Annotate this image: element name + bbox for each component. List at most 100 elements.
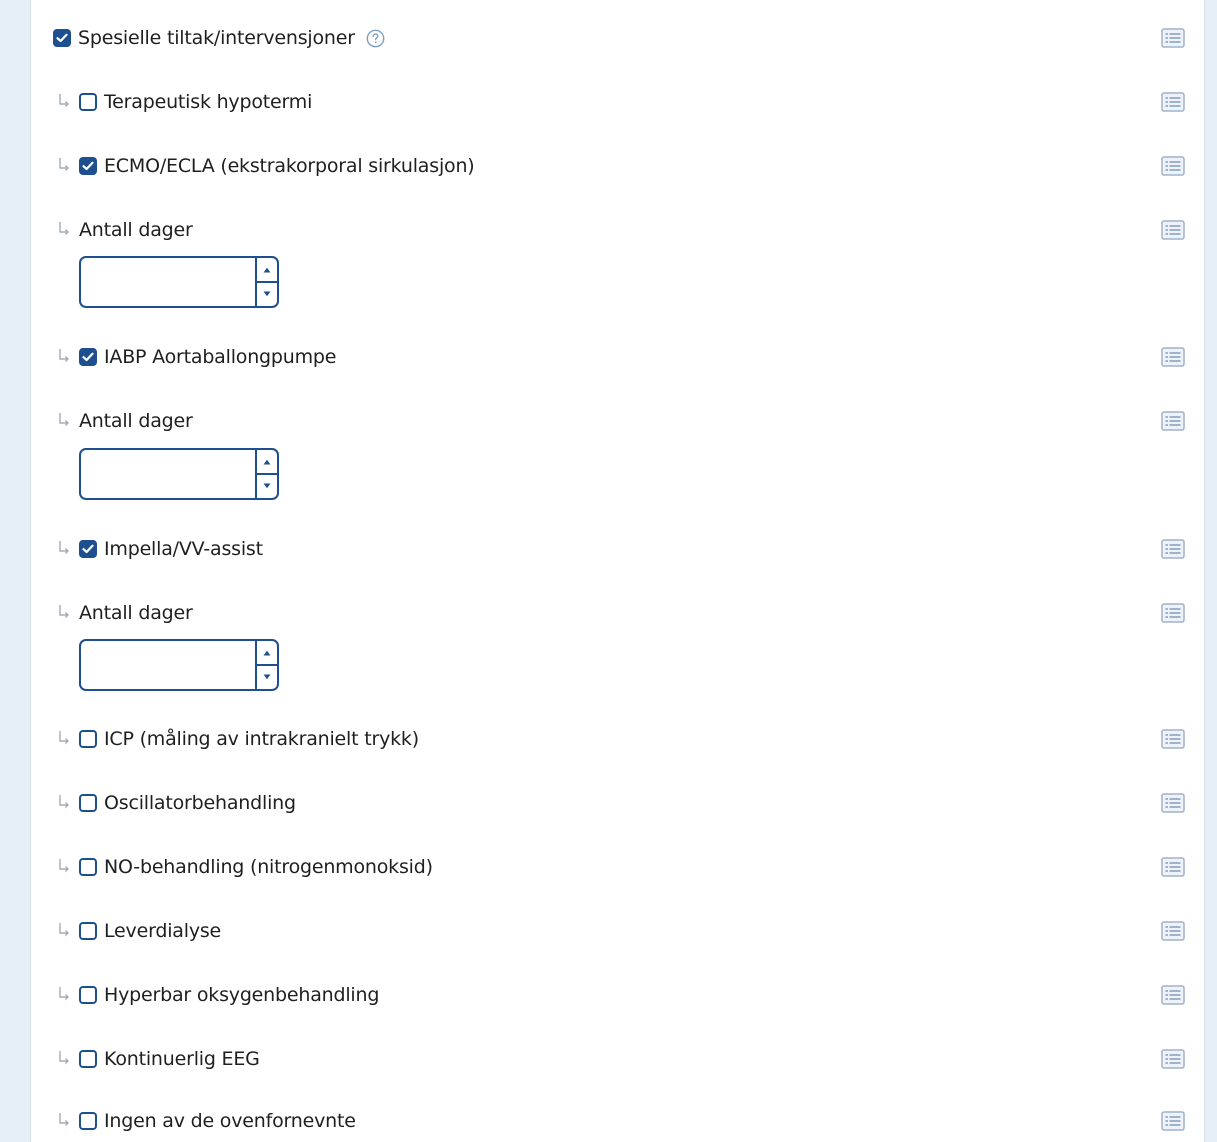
list-item: Impella/VV-assist [31, 529, 1204, 569]
list-item: Ingen av de ovenfornevnte [31, 1101, 1204, 1141]
list-details-icon[interactable] [1161, 603, 1185, 623]
list-details-icon[interactable] [1161, 156, 1185, 176]
item-label: Hyperbar oksygenbehandling [104, 984, 380, 1006]
checkbox[interactable] [79, 730, 97, 748]
item-label: Terapeutisk hypotermi [104, 91, 313, 113]
list-details-icon[interactable] [1161, 411, 1185, 431]
checkbox[interactable] [79, 1112, 97, 1130]
days-label: Antall dager [79, 219, 193, 241]
number-stepper [255, 641, 277, 689]
stepper-up-button[interactable] [257, 450, 277, 475]
days-number-field [79, 639, 279, 691]
checkbox[interactable] [79, 348, 97, 366]
list-item: Oscillatorbehandling [31, 783, 1204, 823]
number-stepper [255, 450, 277, 498]
list-item: Kontinuerlig EEG [31, 1039, 1204, 1079]
checkbox-item[interactable]: Impella/VV-assist [79, 529, 263, 569]
days-number-field [79, 448, 279, 500]
checkbox[interactable] [79, 540, 97, 558]
stepper-up-button[interactable] [257, 258, 277, 283]
stepper-down-button[interactable] [257, 282, 277, 305]
section-row: Spesielle tiltak/intervensjoner [31, 18, 1204, 58]
sub-item-arrow-icon [57, 1047, 71, 1067]
item-label: Leverdialyse [104, 920, 222, 942]
list-details-icon[interactable] [1161, 28, 1185, 48]
item-label: Oscillatorbehandling [104, 792, 296, 814]
checkbox[interactable] [79, 1050, 97, 1068]
list-details-icon[interactable] [1161, 1049, 1185, 1069]
days-row: Antall dager [31, 210, 1204, 250]
checkbox-item[interactable]: IABP Aortaballongpumpe [79, 337, 336, 377]
section-checkbox[interactable] [53, 29, 71, 47]
stepper-down-button[interactable] [257, 474, 277, 497]
item-label: NO-behandling (nitrogenmonoksid) [104, 856, 433, 878]
sub-item-arrow-icon [57, 1109, 71, 1129]
section-label: Spesielle tiltak/intervensjoner [78, 27, 355, 49]
item-label: IABP Aortaballongpumpe [104, 346, 337, 368]
item-label: Ingen av de ovenfornevnte [104, 1110, 356, 1132]
checkbox-item[interactable]: NO-behandling (nitrogenmonoksid) [79, 847, 433, 887]
list-details-icon[interactable] [1161, 857, 1185, 877]
sub-item-arrow-icon [57, 537, 71, 557]
item-label: Kontinuerlig EEG [104, 1048, 260, 1070]
days-input[interactable] [81, 450, 255, 498]
list-item: NO-behandling (nitrogenmonoksid) [31, 847, 1204, 887]
days-number-field [79, 256, 279, 308]
checkbox-item[interactable]: Terapeutisk hypotermi [79, 82, 312, 122]
list-item: Hyperbar oksygenbehandling [31, 975, 1204, 1015]
checkbox-item[interactable]: Hyperbar oksygenbehandling [79, 975, 379, 1015]
checkbox-item[interactable]: Ingen av de ovenfornevnte [79, 1101, 356, 1141]
list-item: IABP Aortaballongpumpe [31, 337, 1204, 377]
checkbox-item[interactable]: ECMO/ECLA (ekstrakorporal sirkulasjon) [79, 146, 475, 186]
item-label: Impella/VV-assist [104, 538, 263, 560]
days-input[interactable] [81, 258, 255, 306]
list-details-icon[interactable] [1161, 347, 1185, 367]
sub-item-arrow-icon [57, 345, 71, 365]
list-details-icon[interactable] [1161, 220, 1185, 240]
sub-item-arrow-icon [57, 154, 71, 174]
number-stepper [255, 258, 277, 306]
sub-item-arrow-icon [57, 855, 71, 875]
checkbox[interactable] [79, 986, 97, 1004]
form-panel: Spesielle tiltak/intervensjoner Terapeut… [30, 0, 1205, 1142]
sub-item-arrow-icon [57, 409, 71, 429]
checkbox[interactable] [79, 93, 97, 111]
list-details-icon[interactable] [1161, 539, 1185, 559]
list-item: Leverdialyse [31, 911, 1204, 951]
list-item: Terapeutisk hypotermi [31, 82, 1204, 122]
checkbox[interactable] [79, 922, 97, 940]
checkbox[interactable] [79, 858, 97, 876]
stepper-up-button[interactable] [257, 641, 277, 666]
checkbox-item[interactable]: Leverdialyse [79, 911, 221, 951]
checkbox-item[interactable]: Oscillatorbehandling [79, 783, 296, 823]
days-row: Antall dager [31, 401, 1204, 441]
list-details-icon[interactable] [1161, 92, 1185, 112]
sub-item-arrow-icon [57, 919, 71, 939]
sub-item-arrow-icon [57, 601, 71, 621]
checkbox[interactable] [79, 157, 97, 175]
sub-item-arrow-icon [57, 90, 71, 110]
list-details-icon[interactable] [1161, 793, 1185, 813]
list-item: ICP (måling av intrakranielt trykk) [31, 719, 1204, 759]
sub-item-arrow-icon [57, 791, 71, 811]
list-details-icon[interactable] [1161, 985, 1185, 1005]
item-label: ECMO/ECLA (ekstrakorporal sirkulasjon) [104, 155, 475, 177]
list-details-icon[interactable] [1161, 729, 1185, 749]
item-label: ICP (måling av intrakranielt trykk) [104, 728, 419, 750]
days-label: Antall dager [79, 602, 193, 624]
stepper-down-button[interactable] [257, 665, 277, 688]
help-circle-icon[interactable] [366, 29, 385, 48]
days-label: Antall dager [79, 410, 193, 432]
sub-item-arrow-icon [57, 218, 71, 238]
checkbox-item[interactable]: Kontinuerlig EEG [79, 1039, 260, 1079]
sub-item-arrow-icon [57, 983, 71, 1003]
list-details-icon[interactable] [1161, 1111, 1185, 1131]
sub-item-arrow-icon [57, 727, 71, 747]
list-details-icon[interactable] [1161, 921, 1185, 941]
list-item: ECMO/ECLA (ekstrakorporal sirkulasjon) [31, 146, 1204, 186]
days-input[interactable] [81, 641, 255, 689]
days-row: Antall dager [31, 593, 1204, 633]
section-checkbox-group[interactable]: Spesielle tiltak/intervensjoner [53, 18, 385, 58]
checkbox-item[interactable]: ICP (måling av intrakranielt trykk) [79, 719, 419, 759]
checkbox[interactable] [79, 794, 97, 812]
